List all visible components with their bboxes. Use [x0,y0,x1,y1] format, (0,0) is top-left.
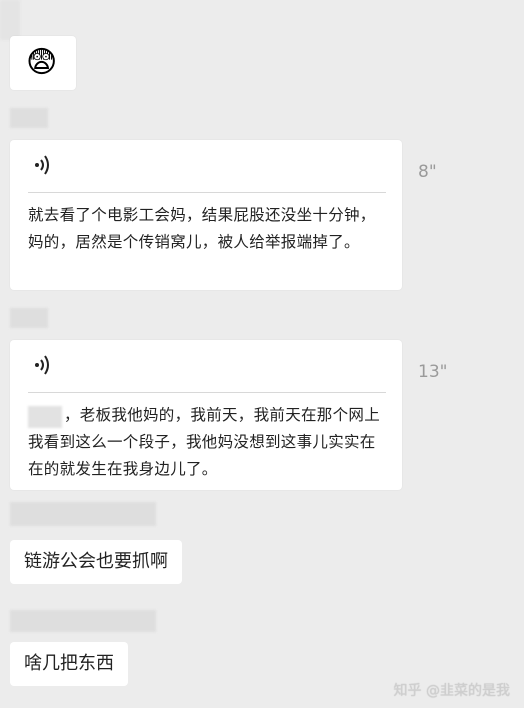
voice-duration: 8" [418,162,437,182]
text-message-1[interactable]: 链游公会也要抓啊 [10,540,182,584]
watermark: 知乎 @韭菜的是我 [393,683,510,699]
voice-message-2[interactable]: ，老板我他妈的，我前天，我前天在那个网上我看到这么一个段子，我他妈没想到这事儿实… [10,340,402,490]
redacted-name-3 [10,502,156,526]
voice-transcript: ，老板我他妈的，我前天，我前天在那个网上我看到这么一个段子，我他妈没想到这事儿实… [28,406,381,478]
fearful-face-emoji: 😨 [26,45,58,80]
voice-wave-icon [35,155,49,175]
text-message-2[interactable]: 啥几把东西 [10,642,128,686]
voice-wave-icon [35,355,49,375]
voice-divider [28,192,386,193]
voice-transcript: 就去看了个电影工会妈，结果屁股还没坐十分钟，妈的，居然是个传销窝儿，被人给举报端… [28,206,376,251]
voice-divider [28,392,386,393]
voice-message-1[interactable]: 就去看了个电影工会妈，结果屁股还没坐十分钟，妈的，居然是个传销窝儿，被人给举报端… [10,140,402,290]
redacted-name-2 [10,308,48,328]
voice-play-button[interactable] [32,152,92,182]
redacted-name-4 [10,610,156,632]
message-emoji-bubble[interactable]: 😨 [10,36,76,90]
redacted-name-1 [10,108,48,128]
voice-duration: 13" [418,362,448,382]
redacted-avatar-top [0,0,20,40]
voice-play-button[interactable] [32,352,92,382]
